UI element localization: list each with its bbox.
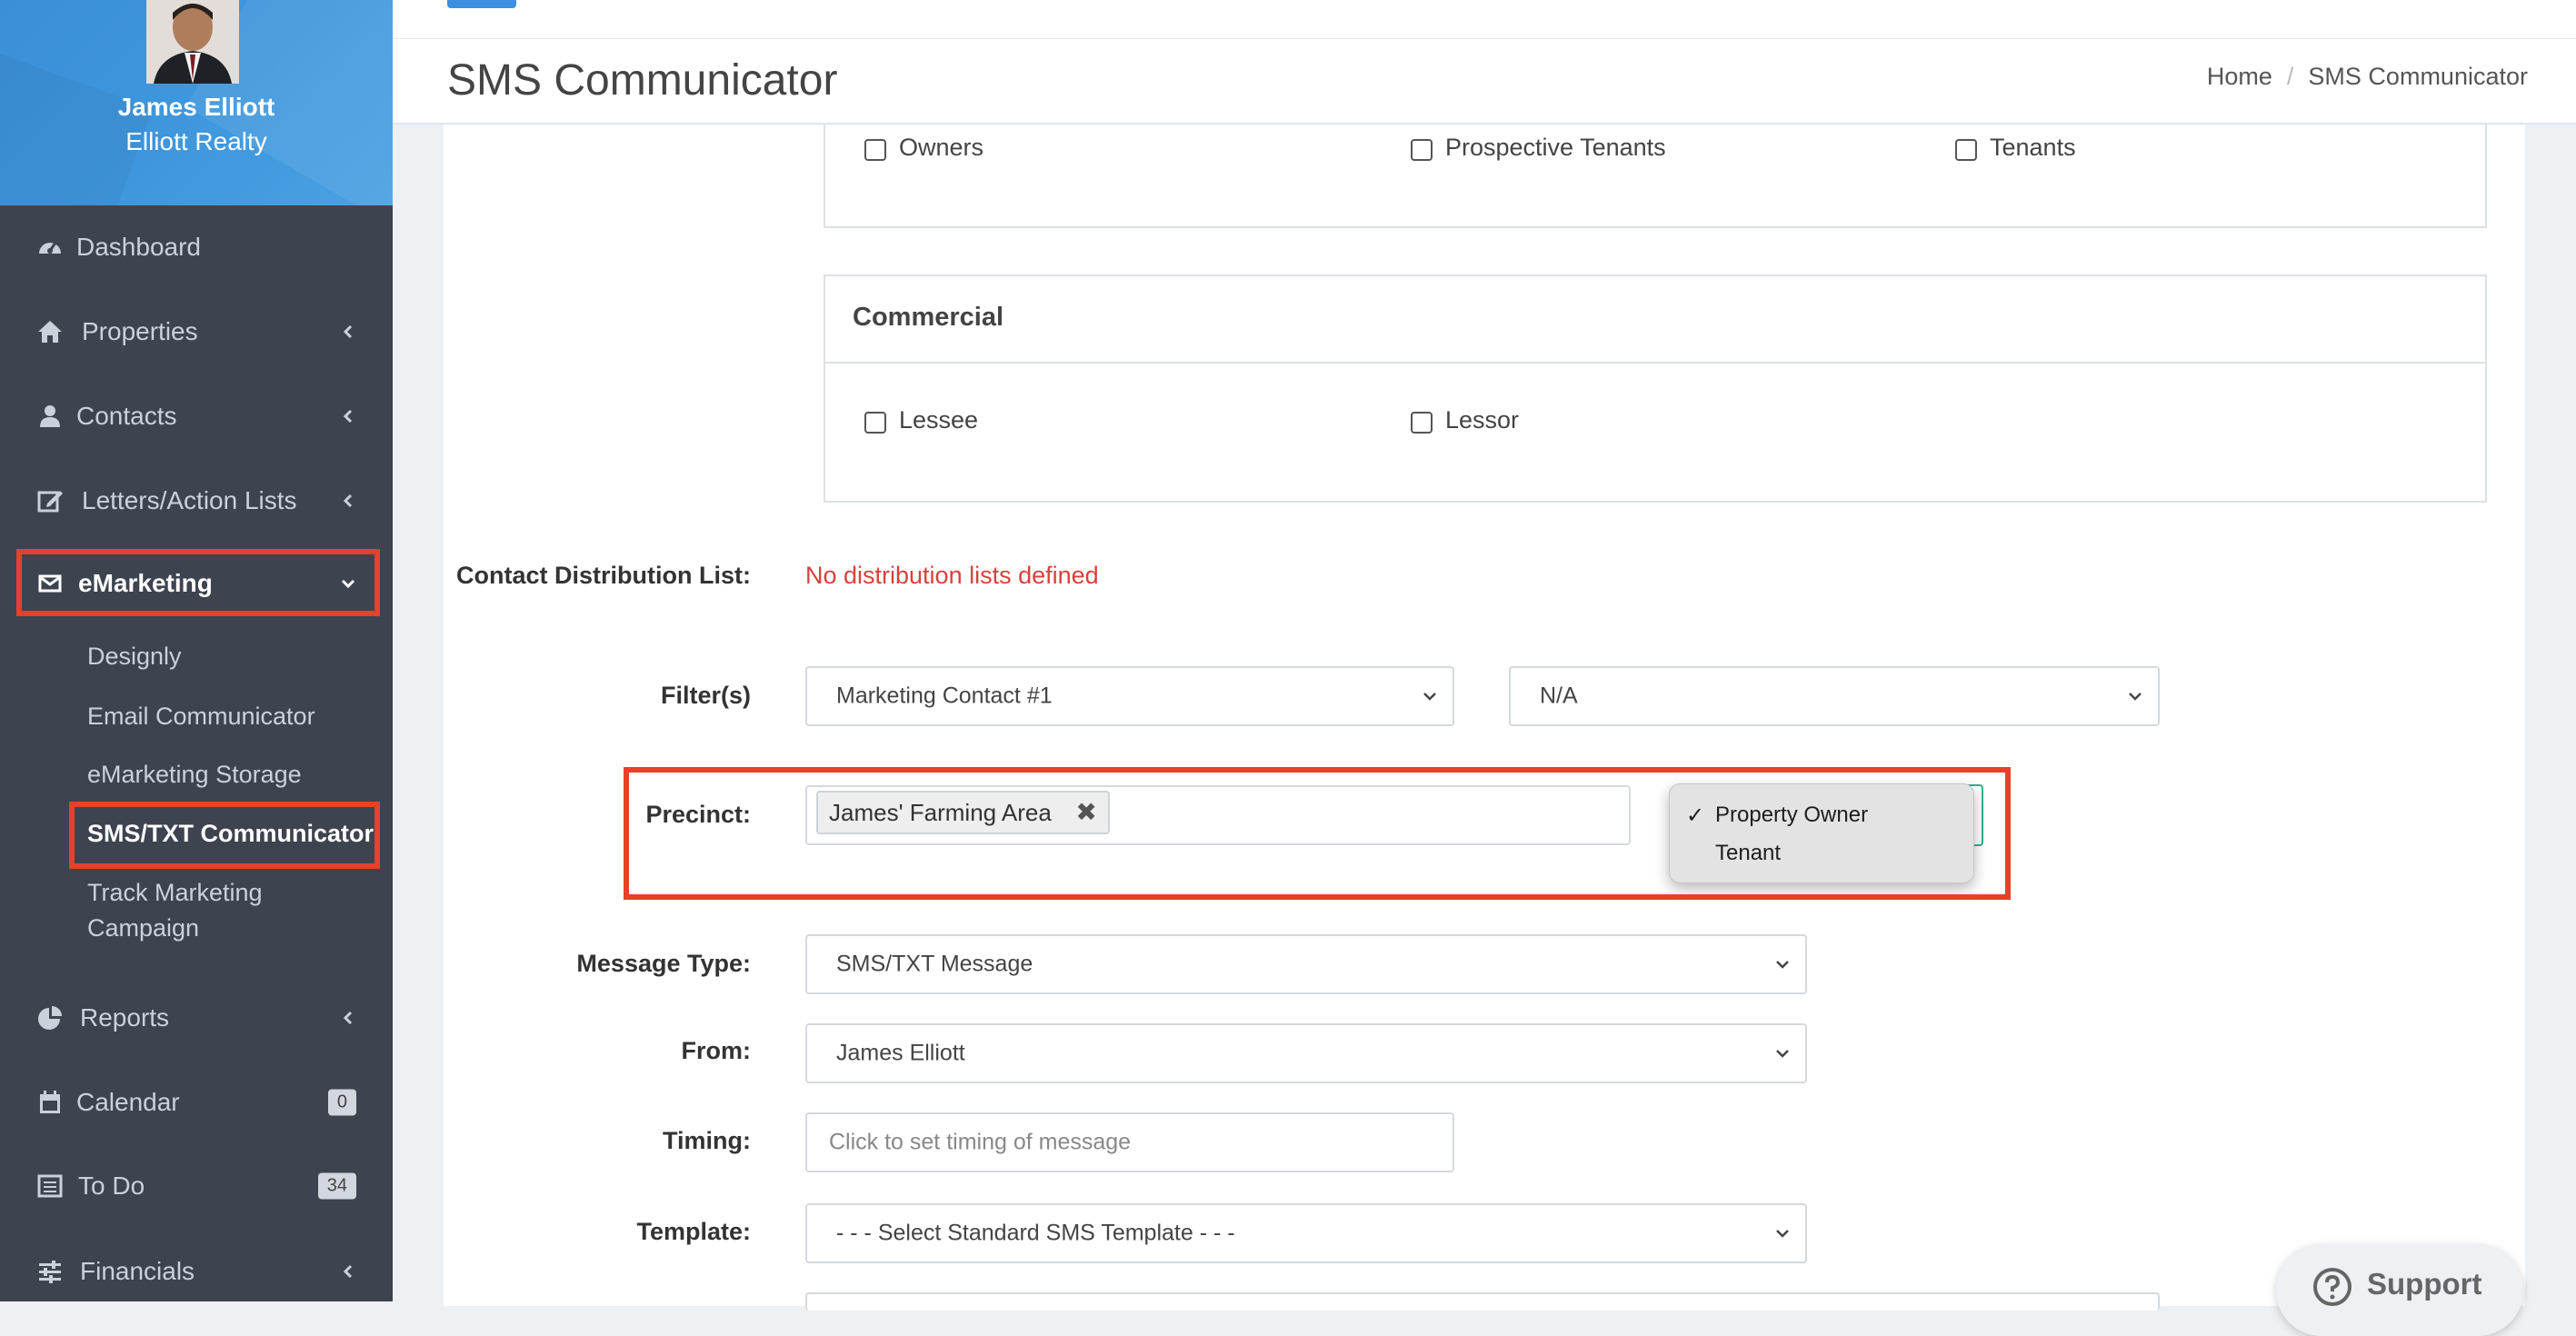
support-label: Support xyxy=(2367,1267,2482,1301)
sidebar-item-properties[interactable]: Properties xyxy=(0,304,393,359)
home-icon xyxy=(38,321,62,343)
list-icon xyxy=(37,1174,63,1198)
user-name: James Elliott xyxy=(117,93,275,121)
highlight-emarketing xyxy=(16,549,380,616)
from-label: From: xyxy=(681,1037,752,1064)
sidebar-label-calendar: Calendar xyxy=(76,1088,180,1116)
sidebar-label-contacts: Contacts xyxy=(76,402,177,430)
sliders-icon xyxy=(39,1261,61,1283)
chevron-left-icon xyxy=(343,324,353,339)
filter-select-2[interactable]: N/A xyxy=(1509,666,2160,726)
sidebar-item-financials[interactable]: Financials xyxy=(0,1244,393,1299)
chevron-down-icon xyxy=(1776,1050,1789,1058)
todo-count-badge: 34 xyxy=(317,1172,356,1200)
calendar-count-badge: 0 xyxy=(327,1089,356,1116)
commercial-heading: Commercial xyxy=(853,303,1004,332)
filter-select-1[interactable]: Marketing Contact #1 xyxy=(805,666,1454,726)
page-title: SMS Communicator xyxy=(447,56,838,105)
chevron-left-icon xyxy=(343,1011,353,1025)
lessor-label: Lessor xyxy=(1445,406,1520,434)
chevron-down-icon xyxy=(1776,961,1789,969)
chevron-down-icon xyxy=(2129,693,2142,701)
lessor-checkbox[interactable] xyxy=(1411,412,1433,434)
user-icon xyxy=(40,405,60,427)
tenants-label: Tenants xyxy=(1990,134,2076,161)
track-label-line1: Track Marketing xyxy=(87,879,263,906)
sidebar-subitem-track-marketing[interactable]: Track Marketing Campaign xyxy=(87,879,263,942)
sidebar-item-dashboard[interactable]: Dashboard xyxy=(0,220,393,274)
sidebar-label-financials: Financials xyxy=(80,1257,195,1285)
chevron-down-icon xyxy=(1423,693,1436,701)
commercial-panel xyxy=(824,274,2487,503)
timing-input[interactable]: Click to set timing of message xyxy=(805,1112,1454,1172)
sidebar-item-letters[interactable]: Letters/Action Lists xyxy=(0,474,393,528)
template-label: Template: xyxy=(636,1218,751,1245)
calendar-icon xyxy=(40,1091,60,1113)
distribution-list-label: Contact Distribution List: xyxy=(456,562,751,589)
chevron-left-icon xyxy=(343,1264,353,1279)
track-label-line2: Campaign xyxy=(87,914,200,942)
edit-icon xyxy=(37,491,63,513)
message-type-select[interactable]: SMS/TXT Message xyxy=(805,934,1807,994)
filters-label: Filter(s) xyxy=(660,682,751,709)
breadcrumb-home[interactable]: Home xyxy=(2207,63,2272,90)
sidebar-item-contacts[interactable]: Contacts xyxy=(0,389,393,444)
breadcrumb-separator: / xyxy=(2286,63,2294,90)
chevron-down-icon xyxy=(1776,1230,1789,1238)
sidebar-label-reports: Reports xyxy=(80,1003,170,1032)
breadcrumb-current: SMS Communicator xyxy=(2308,63,2528,90)
dashboard-icon xyxy=(39,242,61,254)
owners-label: Owners xyxy=(899,134,984,161)
sidebar-item-todo[interactable]: To Do 34 xyxy=(0,1159,393,1213)
sidebar-subitem-designly[interactable]: Designly xyxy=(87,643,182,671)
top-action-button[interactable] xyxy=(447,0,516,8)
message-type-value: SMS/TXT Message xyxy=(836,951,1033,977)
avatar xyxy=(146,0,239,84)
user-profile-panel: James Elliott Elliott Realty xyxy=(0,0,393,205)
sidebar-label-letters: Letters/Action Lists xyxy=(82,486,297,514)
filter-select-2-value: N/A xyxy=(1540,683,1578,709)
sidebar-item-reports[interactable]: Reports xyxy=(0,991,393,1045)
timing-placeholder: Click to set timing of message xyxy=(829,1129,1132,1155)
support-button[interactable]: Support xyxy=(2276,1245,2523,1336)
sidebar-subitem-emarketing-storage[interactable]: eMarketing Storage xyxy=(87,761,302,789)
timing-label: Timing: xyxy=(663,1127,751,1154)
message-body-field[interactable] xyxy=(805,1292,2160,1311)
chevron-left-icon xyxy=(343,409,353,424)
template-select[interactable]: - - - Select Standard SMS Template - - - xyxy=(805,1203,1807,1263)
sidebar-item-calendar[interactable]: Calendar 0 xyxy=(0,1075,393,1130)
sidebar-label-todo: To Do xyxy=(78,1171,145,1200)
pie-chart-icon xyxy=(38,1006,62,1030)
highlight-sms-communicator xyxy=(69,802,380,869)
distribution-list-message: No distribution lists defined xyxy=(805,562,1099,589)
template-value: - - - Select Standard SMS Template - - - xyxy=(836,1220,1235,1246)
lessee-checkbox[interactable] xyxy=(864,412,886,434)
prospective-tenants-label: Prospective Tenants xyxy=(1445,134,1666,161)
sidebar: James Elliott Elliott Realty Dashboard P… xyxy=(0,0,393,1301)
chevron-left-icon xyxy=(343,494,353,508)
sidebar-subitem-email-communicator[interactable]: Email Communicator xyxy=(87,703,315,731)
lessee-label: Lessee xyxy=(899,406,979,434)
message-type-label: Message Type: xyxy=(576,950,751,977)
breadcrumb: Home / SMS Communicator xyxy=(2207,63,2528,91)
top-bar xyxy=(393,0,2576,39)
prospective-tenants-checkbox[interactable] xyxy=(1411,139,1433,161)
highlight-precinct xyxy=(624,767,2011,900)
owners-checkbox[interactable] xyxy=(864,139,886,161)
from-value: James Elliott xyxy=(836,1040,965,1066)
sidebar-label-dashboard: Dashboard xyxy=(76,233,201,261)
tenants-checkbox[interactable] xyxy=(1955,139,1977,161)
page-header: SMS Communicator Home / SMS Communicator xyxy=(393,39,2576,125)
sidebar-label-properties: Properties xyxy=(82,317,198,345)
filter-select-1-value: Marketing Contact #1 xyxy=(836,683,1053,709)
from-select[interactable]: James Elliott xyxy=(805,1023,1807,1083)
user-company: Elliott Realty xyxy=(125,127,267,155)
question-circle-icon xyxy=(2313,1268,2351,1306)
